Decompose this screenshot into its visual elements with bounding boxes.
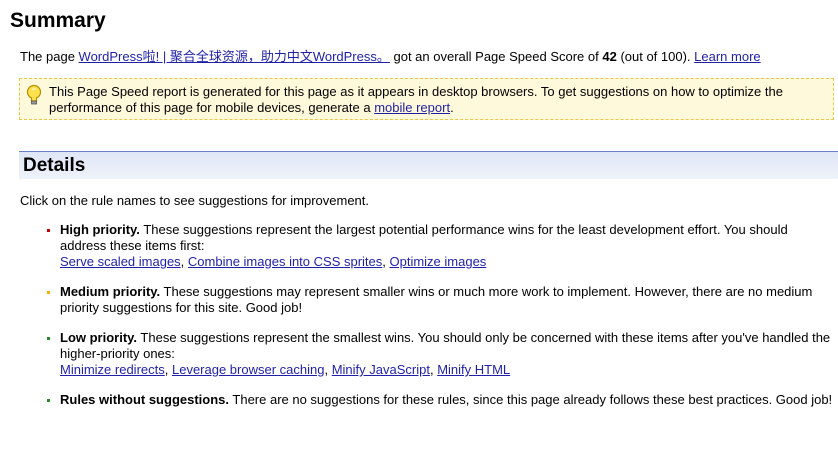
rule-item-rules-without-suggestions: Rules without suggestions. There are no … [0, 392, 835, 408]
rule-label: Medium priority. [60, 284, 161, 299]
details-header-bar: Details [19, 151, 838, 179]
rule-link-minify-javascript[interactable]: Minify JavaScript [332, 362, 430, 377]
rule-link-minify-html[interactable]: Minify HTML [437, 362, 510, 377]
rule-links: Minimize redirects, Leverage browser cac… [60, 362, 835, 378]
link-separator: , [382, 254, 390, 269]
notice-end: . [450, 100, 454, 115]
priority-bullet-icon [47, 337, 50, 340]
rule-link-minimize-redirects[interactable]: Minimize redirects [60, 362, 165, 377]
rule-label: Rules without suggestions. [60, 392, 230, 407]
rule-description: There are no suggestions for these rules… [229, 392, 833, 407]
rule-description: These suggestions represent the smallest… [60, 330, 831, 361]
lightbulb-icon [25, 84, 43, 106]
rule-links: Serve scaled images, Combine images into… [60, 254, 835, 270]
summary-suffix: (out of 100). [616, 49, 695, 64]
link-separator: , [180, 254, 188, 269]
summary-heading: Summary [10, 9, 106, 32]
rule-description: These suggestions represent the largest … [60, 222, 788, 253]
priority-bullet-icon [47, 399, 50, 402]
rule-item-medium-priority: Medium priority. These suggestions may r… [0, 284, 835, 316]
details-intro: Click on the rule names to see suggestio… [20, 193, 370, 208]
desktop-notice-box: This Page Speed report is generated for … [19, 78, 834, 120]
rules-list: High priority. These suggestions represe… [0, 222, 838, 422]
rule-link-serve-scaled-images[interactable]: Serve scaled images [60, 254, 181, 269]
rule-link-optimize-images[interactable]: Optimize images [390, 254, 487, 269]
page-speed-report: Summary The page WordPress啦! | 聚合全球资源，助力… [0, 0, 838, 449]
rule-item-high-priority: High priority. These suggestions represe… [0, 222, 835, 270]
priority-bullet-icon [47, 291, 50, 294]
summary-prefix: The page [20, 49, 79, 64]
details-heading: Details [23, 155, 86, 176]
priority-bullet-icon [47, 229, 50, 232]
page-link[interactable]: WordPress啦! | 聚合全球资源，助力中文WordPress。 [79, 49, 390, 64]
summary-middle: got an overall Page Speed Score of [389, 49, 603, 64]
learn-more-link[interactable]: Learn more [694, 49, 760, 64]
rule-item-low-priority: Low priority. These suggestions represen… [0, 330, 835, 378]
rule-label: High priority. [60, 222, 140, 237]
page-speed-score: 42 [602, 49, 617, 64]
rule-label: Low priority. [60, 330, 138, 345]
mobile-report-link[interactable]: mobile report [374, 100, 450, 115]
link-separator: , [324, 362, 332, 377]
rule-description: These suggestions may represent smaller … [60, 284, 813, 315]
link-separator: , [164, 362, 172, 377]
rule-link-leverage-browser-caching[interactable]: Leverage browser caching [172, 362, 324, 377]
rule-link-combine-images-into-css-sprites[interactable]: Combine images into CSS sprites [188, 254, 382, 269]
summary-line: The page WordPress啦! | 聚合全球资源，助力中文WordPr… [20, 48, 761, 66]
notice-text: This Page Speed report is generated for … [49, 84, 829, 116]
